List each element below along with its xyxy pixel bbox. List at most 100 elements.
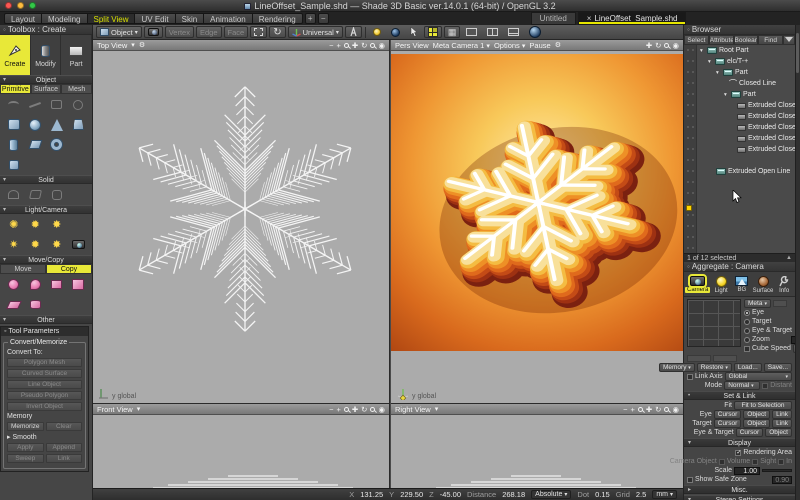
front-view-title[interactable]: Front View — [97, 405, 133, 414]
mode-create-button[interactable]: Create — [0, 35, 31, 75]
show-safe-zone-checkbox[interactable] — [687, 477, 693, 483]
zoom-out-button[interactable]: − — [623, 405, 627, 414]
rendering-area-checkbox[interactable]: ✓ — [735, 450, 741, 456]
memory-button[interactable]: Memory ▾ — [659, 363, 695, 372]
point-light-tool[interactable]: ✹ — [25, 216, 47, 233]
shear-tool[interactable] — [3, 296, 25, 313]
unit-dropdown[interactable]: mm▾ — [652, 490, 677, 499]
restore-button[interactable]: Restore ▾ — [697, 363, 732, 372]
sight-checkbox[interactable] — [752, 459, 758, 465]
aggregate-tab-surface[interactable]: Surface — [753, 273, 774, 296]
coord-mode-dropdown[interactable]: Absolute▾ — [531, 490, 571, 499]
pers-view-canvas[interactable]: y global — [391, 51, 683, 403]
move-button[interactable]: Move — [0, 264, 46, 274]
browser-tab-boolean[interactable]: Boolean — [734, 35, 759, 45]
tree-row-extruded-closed[interactable]: Extruded Closed — [698, 111, 795, 122]
scale-tool[interactable] — [68, 276, 90, 293]
view-settings-gear-icon[interactable]: ⚙ — [139, 41, 145, 49]
tab-surface[interactable]: Surface — [31, 84, 62, 94]
aggregate-tab-info[interactable]: Info — [774, 273, 794, 296]
move-copy-section-header[interactable]: ▾Move/Copy — [0, 255, 92, 264]
link-axis-dropdown[interactable]: Global▾ — [725, 372, 792, 381]
view-settings-gear-icon[interactable]: ⚙ — [555, 41, 561, 49]
right-view-title[interactable]: Right View — [395, 405, 431, 414]
magnifier-icon[interactable] — [664, 43, 669, 48]
rotate-button[interactable]: ↻ — [655, 41, 661, 50]
preview-option-button[interactable] — [713, 355, 737, 362]
mirror-tool[interactable] — [46, 276, 68, 293]
stereo-settings-section[interactable]: ▾Stereo Settings — [684, 495, 795, 500]
clear-button[interactable]: Clear — [46, 422, 83, 431]
eye-link-button[interactable]: Link — [772, 410, 792, 419]
sphere-primitive[interactable] — [25, 116, 47, 133]
taper-primitive[interactable] — [68, 116, 90, 133]
four-view-toggle-button[interactable] — [424, 26, 442, 38]
zoom-radio[interactable] — [744, 337, 750, 343]
browser-tab-find[interactable]: Find — [758, 35, 783, 45]
circle-tool[interactable] — [68, 96, 90, 113]
smooth-append-button[interactable]: Append — [46, 443, 83, 452]
render-preview-button[interactable] — [525, 26, 545, 38]
rectangle-tool[interactable] — [46, 96, 68, 113]
tree-row-closed-line[interactable]: ⌒Closed Line — [698, 78, 795, 89]
background-toggle-button[interactable] — [387, 26, 404, 38]
face-mode-button[interactable]: Face — [224, 26, 249, 38]
eye-target-cursor-button[interactable]: Cursor — [736, 428, 764, 437]
zoom-out-button[interactable]: − — [329, 405, 333, 414]
solid-intersect-tool[interactable] — [46, 186, 68, 203]
orbit-button[interactable]: ◉ — [672, 41, 679, 50]
free-curve-tool[interactable] — [3, 96, 25, 113]
other-section-header[interactable]: ▾Other — [0, 315, 92, 324]
camera-tool[interactable] — [68, 236, 90, 253]
options-menu[interactable]: Options ▾ — [494, 41, 525, 50]
distant-checkbox[interactable] — [762, 383, 768, 389]
eye-cursor-button[interactable]: Cursor — [714, 410, 742, 419]
layout-split-h-button[interactable] — [504, 26, 523, 38]
workspace-tab-animation[interactable]: Animation — [203, 13, 252, 24]
grid-toggle-button[interactable]: ▦ — [444, 26, 461, 38]
edge-mode-button[interactable]: Edge — [196, 26, 222, 38]
cube-speed-checkbox[interactable] — [744, 346, 750, 352]
box-primitive[interactable] — [3, 116, 25, 133]
orbit-button[interactable]: ◉ — [378, 405, 385, 414]
magnifier-icon[interactable] — [370, 43, 375, 48]
smooth-link-button[interactable]: Link — [46, 454, 83, 463]
eye-radio[interactable] — [744, 310, 750, 316]
collapse-icon[interactable]: ▲ — [786, 254, 792, 262]
tree-row-elc[interactable]: ▾elc/T-+ — [698, 56, 795, 67]
zoom-in-button[interactable]: + — [630, 405, 634, 414]
zoom-in-button[interactable]: + — [336, 405, 340, 414]
set-link-section[interactable]: •Set & Link — [684, 391, 795, 400]
browser-tab-select[interactable]: Select — [684, 35, 709, 45]
infinite-light-tool[interactable]: ✺ — [3, 216, 25, 233]
misc-section[interactable]: ▸Misc. — [684, 485, 795, 494]
tree-row-extruded-open-line[interactable]: Extruded Open Line — [698, 166, 795, 177]
magnifier-icon[interactable] — [344, 407, 349, 412]
orbit-button[interactable]: ◉ — [378, 41, 385, 50]
tree-row-part-inner[interactable]: ▾Part — [698, 89, 795, 100]
aggregate-tab-light[interactable]: Light — [711, 273, 731, 296]
convert-polygon-mesh-button[interactable]: Polygon Mesh — [7, 358, 82, 367]
cylinder-primitive[interactable] — [3, 136, 25, 153]
smooth-apply-button[interactable]: Apply — [7, 443, 44, 452]
tab-mesh[interactable]: Mesh — [61, 84, 92, 94]
rotate-button[interactable]: ↻ — [361, 405, 367, 414]
tree-row-part[interactable]: ▾Part — [698, 67, 795, 78]
tree-row-extruded-closed[interactable]: Extruded Closed — [698, 144, 795, 155]
browser-filter-button[interactable] — [783, 35, 795, 45]
load-button[interactable]: Load... — [734, 363, 762, 372]
ambient-light-tool[interactable]: ✸ — [46, 236, 68, 253]
sidebar-scrollbar[interactable] — [795, 25, 800, 500]
layout-single-button[interactable] — [462, 26, 481, 38]
doc-tab-lineoffset[interactable]: ×LineOffset_Sample.shd — [578, 12, 687, 25]
workspace-remove-button[interactable]: − — [318, 13, 329, 24]
marquee-select-button[interactable] — [250, 26, 267, 38]
target-object-button[interactable]: Object — [743, 419, 770, 428]
save-button[interactable]: Save... — [764, 363, 792, 372]
magnifier-icon[interactable] — [370, 407, 375, 412]
solid-union-tool[interactable] — [3, 186, 25, 203]
browser-tab-attributes[interactable]: Attributes — [709, 35, 734, 45]
scrollbar-thumb[interactable] — [796, 33, 799, 73]
layout-split-v-button[interactable] — [483, 26, 502, 38]
eye-target-object-button[interactable]: Object — [765, 428, 792, 437]
